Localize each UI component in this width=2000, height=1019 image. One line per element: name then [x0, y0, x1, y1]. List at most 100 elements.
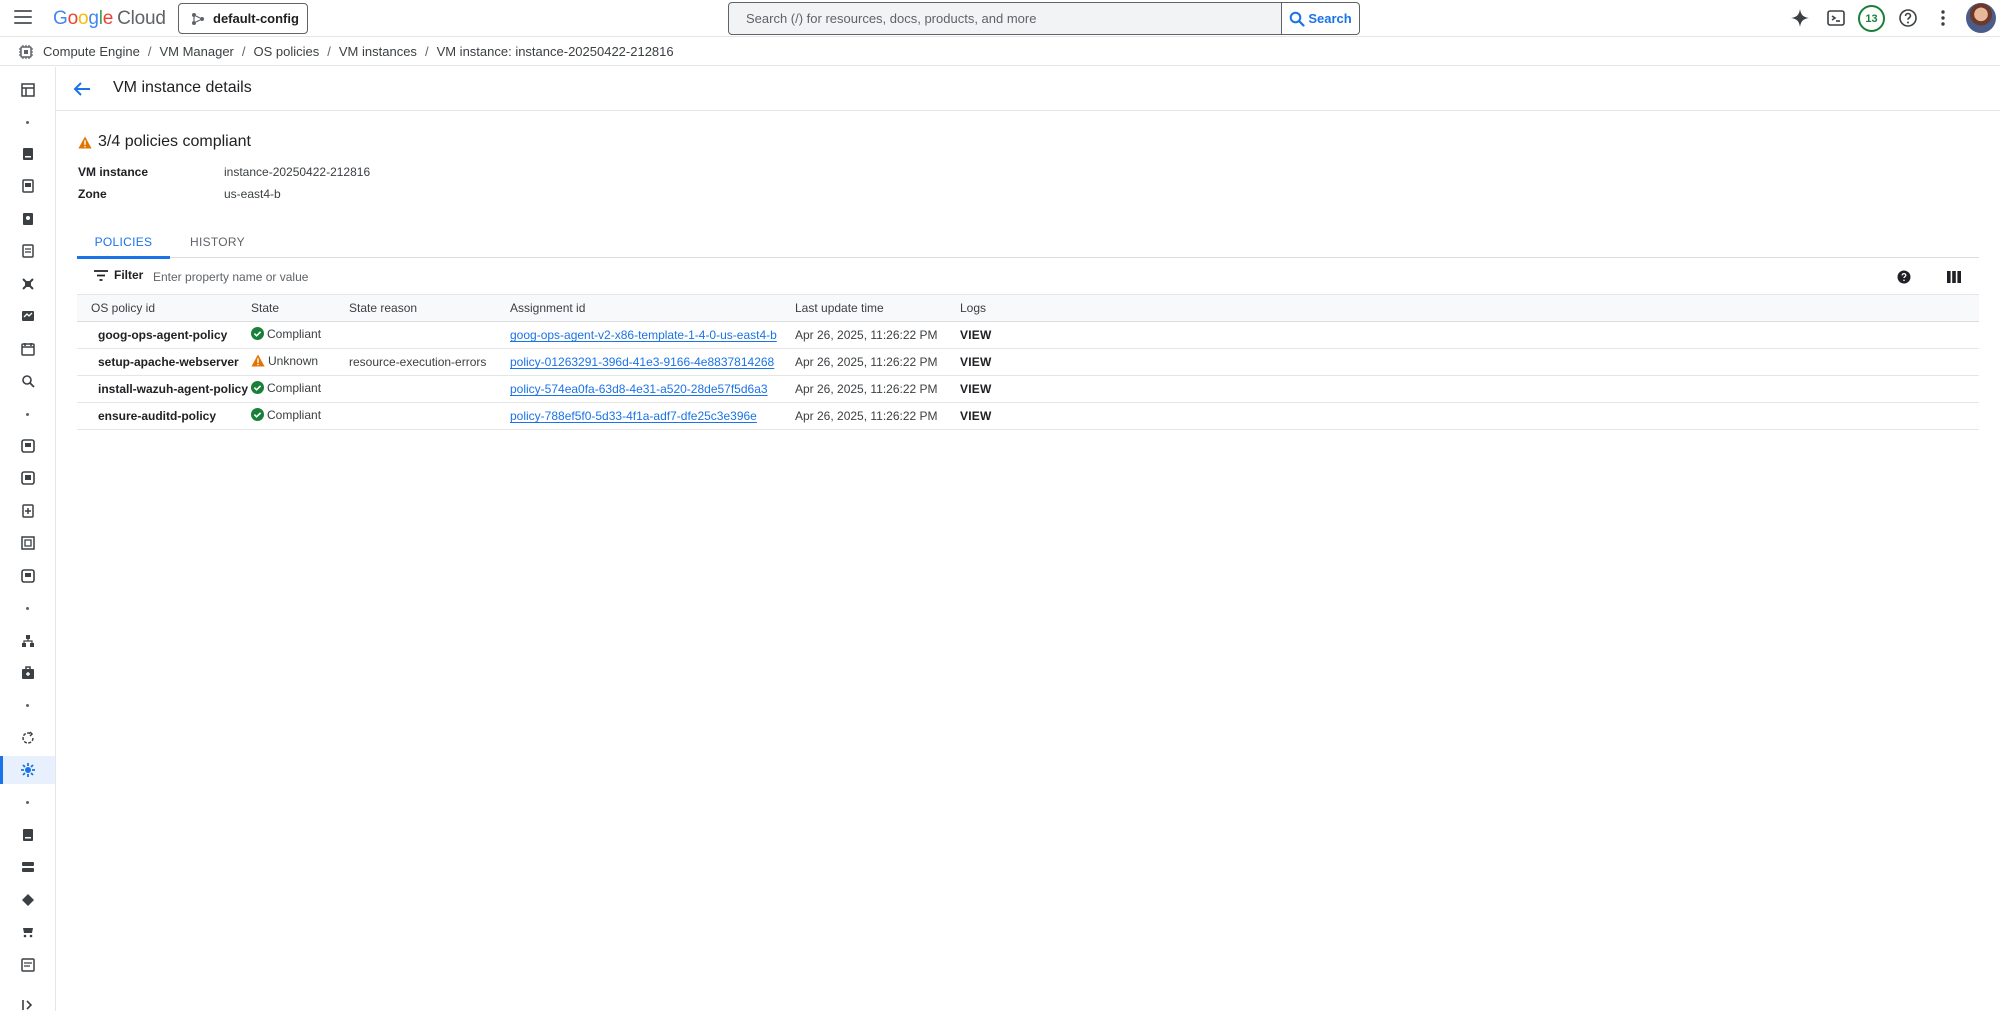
breadcrumb-vm-manager[interactable]: VM Manager [159, 44, 233, 59]
rail-migrate-icon[interactable] [0, 367, 55, 395]
breadcrumb: Compute Engine / VM Manager / OS policie… [0, 38, 2000, 66]
filter-label: Filter [114, 268, 144, 282]
assignment-id-link[interactable]: goog-ops-agent-v2-x86-template-1-4-0-us-… [510, 328, 777, 342]
top-bar: GoogleCloud default-config Search 13 [0, 0, 2000, 37]
left-nav-rail [0, 67, 56, 1011]
compliant-check-icon [251, 327, 264, 341]
logo-letter: o [77, 8, 89, 29]
avatar[interactable] [1966, 3, 1996, 33]
state-reason [349, 402, 510, 430]
search-input[interactable] [744, 10, 1281, 27]
back-arrow-icon[interactable] [71, 78, 93, 100]
last-update-time: Apr 26, 2025, 11:26:22 PM [795, 348, 960, 376]
rail-metadata-icon[interactable] [0, 853, 55, 881]
page-title: VM instance details [113, 79, 252, 96]
google-cloud-logo[interactable]: Google Cloud [53, 8, 166, 30]
rail-committed-use-icon[interactable] [0, 302, 55, 330]
vm-instance-value: instance-20250422-212816 [224, 165, 371, 179]
table-help-icon[interactable] [1894, 267, 1914, 287]
column-header-last-update-time[interactable]: Last update time [795, 294, 960, 322]
logo-letter: g [88, 8, 99, 29]
rail-reservations-icon[interactable] [0, 335, 55, 363]
column-header-os-policy-id[interactable]: OS policy id [77, 294, 251, 322]
rail-zones-icon[interactable] [0, 886, 55, 914]
rail-instance-groups-icon[interactable] [0, 627, 55, 655]
notifications-badge[interactable]: 13 [1858, 5, 1885, 32]
table-row: install-wazuh-agent-policy Compliant pol… [77, 375, 1979, 403]
rail-separator [26, 607, 29, 610]
breadcrumb-os-policies[interactable]: OS policies [254, 44, 320, 59]
rail-os-policies-icon[interactable] [0, 756, 55, 784]
page-header: VM instance details [56, 67, 2000, 111]
column-header-state-reason[interactable]: State reason [349, 294, 510, 322]
tab-history[interactable]: HISTORY [171, 226, 264, 258]
state-reason [349, 321, 510, 349]
rail-dashboard-icon[interactable] [0, 76, 55, 104]
view-logs-button[interactable]: VIEW [960, 355, 991, 369]
rail-snapshots-icon[interactable] [0, 464, 55, 492]
state-cell: Compliant [251, 327, 321, 341]
table-row: ensure-auditd-policy Compliant policy-78… [77, 402, 1979, 430]
rail-settings-icon[interactable] [0, 821, 55, 849]
filter-icon [94, 269, 108, 281]
rail-health-checks-icon[interactable] [0, 659, 55, 687]
zone-row: Zone us-east4-b [78, 187, 281, 201]
state-reason: resource-execution-errors [349, 348, 510, 376]
os-policies-table: OS policy id State State reason Assignme… [77, 294, 1979, 430]
gemini-sparkle-icon[interactable] [1789, 7, 1811, 29]
view-logs-button[interactable]: VIEW [960, 382, 991, 396]
rail-machine-images-icon[interactable] [0, 237, 55, 265]
breadcrumb-separator: / [147, 44, 152, 59]
rail-separator [26, 413, 29, 416]
column-display-icon[interactable] [1944, 267, 1964, 287]
vm-instance-label: VM instance [78, 165, 149, 179]
assignment-id-link[interactable]: policy-01263291-396d-41e3-9166-4e8837814… [510, 355, 774, 369]
compliant-check-icon [251, 381, 264, 395]
assignment-id-link[interactable]: policy-788ef5f0-5d33-4f1a-adf7-dfe25c3e3… [510, 409, 757, 423]
column-header-assignment-id[interactable]: Assignment id [510, 294, 795, 322]
rail-images-icon[interactable] [0, 497, 55, 525]
rail-release-notes-icon[interactable] [0, 951, 55, 979]
state-reason [349, 375, 510, 403]
column-header-state[interactable]: State [251, 294, 349, 322]
rail-storage-pools-icon[interactable] [0, 529, 55, 557]
logo-letter: G [53, 8, 68, 29]
state-text: Compliant [267, 326, 322, 341]
filter-button[interactable]: Filter [94, 268, 143, 282]
view-logs-button[interactable]: VIEW [960, 409, 991, 423]
filter-bar: Filter [77, 262, 1979, 292]
more-vert-icon[interactable] [1932, 7, 1954, 29]
search-button[interactable]: Search [1281, 2, 1360, 35]
search-icon [1290, 11, 1305, 27]
cloud-shell-icon[interactable] [1825, 7, 1847, 29]
rail-patch-icon[interactable] [0, 724, 55, 752]
search-box[interactable] [728, 2, 1282, 35]
logo-letter: o [67, 8, 79, 29]
breadcrumb-separator: / [241, 44, 246, 59]
project-picker-button[interactable]: default-config [178, 3, 308, 34]
compliance-summary-text: 3/4 policies compliant [98, 133, 251, 150]
rail-marketplace-icon[interactable] [0, 918, 55, 946]
rail-tpu-icon[interactable] [0, 270, 55, 298]
state-cell: Unknown [251, 354, 318, 368]
last-update-time: Apr 26, 2025, 11:26:22 PM [795, 321, 960, 349]
rail-vm-instances-icon[interactable] [0, 140, 55, 168]
compliance-summary: 3/4 policies compliant [78, 133, 251, 151]
rail-instance-templates-icon[interactable] [0, 172, 55, 200]
rail-expand-icon[interactable] [0, 991, 55, 1019]
view-logs-button[interactable]: VIEW [960, 328, 991, 342]
menu-icon[interactable] [14, 10, 32, 24]
os-policy-id: setup-apache-webserver [98, 355, 239, 369]
breadcrumb-vm-instances[interactable]: VM instances [339, 44, 417, 59]
rail-disks-icon[interactable] [0, 432, 55, 460]
last-update-time: Apr 26, 2025, 11:26:22 PM [795, 375, 960, 403]
rail-async-replication-icon[interactable] [0, 562, 55, 590]
rail-sole-tenant-icon[interactable] [0, 205, 55, 233]
warning-icon [251, 354, 265, 367]
assignment-id-link[interactable]: policy-574ea0fa-63d8-4e31-a520-28de57f5d… [510, 382, 768, 396]
breadcrumb-compute-engine[interactable]: Compute Engine [43, 44, 140, 59]
rail-separator [26, 121, 29, 124]
filter-input[interactable] [151, 267, 951, 287]
tab-policies[interactable]: POLICIES [77, 226, 170, 259]
help-icon[interactable] [1897, 7, 1919, 29]
